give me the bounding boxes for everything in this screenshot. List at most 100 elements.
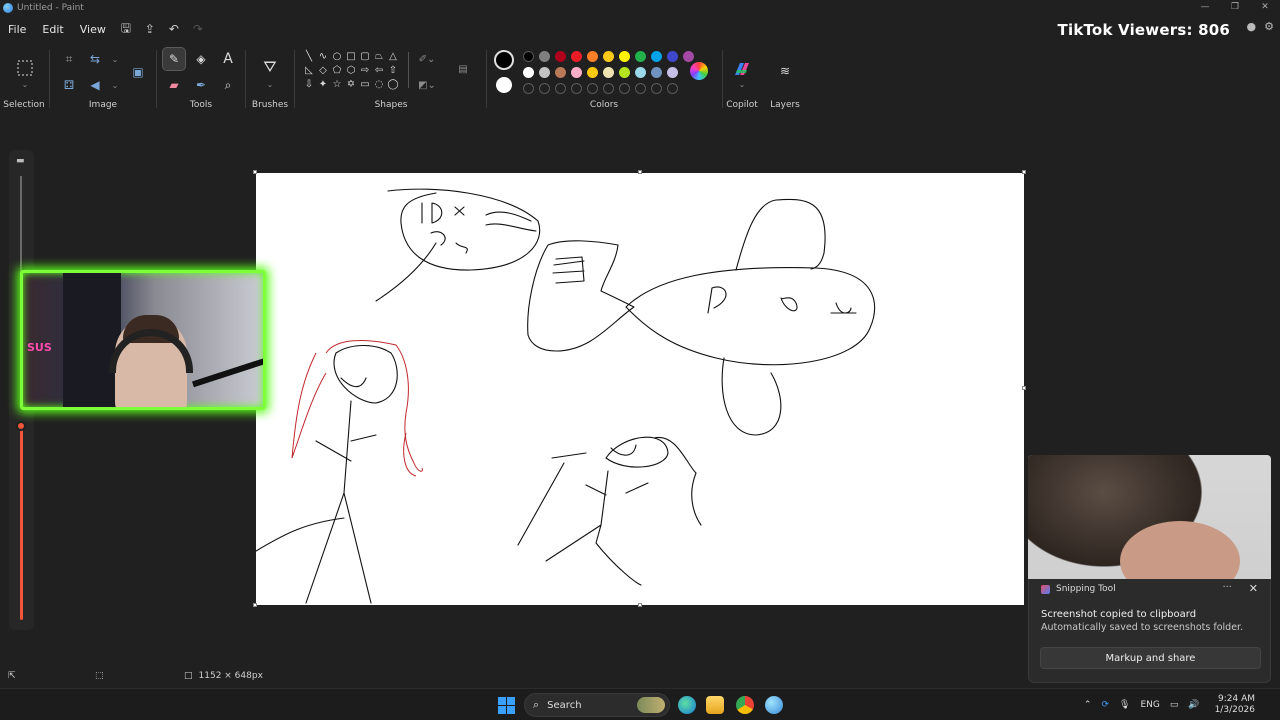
canvas-handle-tr[interactable]	[1022, 170, 1026, 174]
minimize-button[interactable]: —	[1190, 0, 1220, 14]
arrow-up-shape-icon[interactable]: ⇧	[386, 64, 400, 77]
color-swatch-row1-3[interactable]	[571, 51, 582, 62]
right-triangle-shape-icon[interactable]: ◺	[302, 64, 316, 77]
color-swatch-row1-2[interactable]	[555, 51, 566, 62]
menu-file[interactable]: File	[0, 23, 34, 36]
arrow-down-shape-icon[interactable]: ⇩	[302, 78, 316, 91]
arrow-left-shape-icon[interactable]: ⇦	[372, 64, 386, 77]
file-explorer-icon[interactable]	[706, 696, 724, 714]
selection-rectangle-icon[interactable]	[13, 56, 37, 80]
callout-oval-shape-icon[interactable]: ◌	[372, 78, 386, 91]
shape-size-icon[interactable]: ▤	[452, 58, 474, 80]
diamond-shape-icon[interactable]: ◇	[316, 64, 330, 77]
color-swatch-row1-5[interactable]	[603, 51, 614, 62]
image-select-icon[interactable]: ⚃	[58, 74, 80, 96]
copilot-icon[interactable]	[731, 58, 753, 80]
curve-shape-icon[interactable]: ∿	[316, 50, 330, 63]
copilot-dropdown-icon[interactable]: ⌄	[731, 78, 753, 90]
start-windows-icon[interactable]	[498, 697, 515, 714]
menu-edit[interactable]: Edit	[34, 23, 71, 36]
tray-mic-icon[interactable]: 🎙	[1119, 700, 1130, 710]
toast-close-icon[interactable]: ✕	[1249, 582, 1258, 595]
slider-track-active[interactable]	[20, 430, 23, 620]
maximize-button[interactable]: ❐	[1220, 0, 1250, 14]
callout-rect-shape-icon[interactable]: ▭	[358, 78, 372, 91]
magnifier-icon[interactable]: ⌕	[217, 74, 239, 96]
custom-color-slot-6[interactable]	[619, 83, 630, 94]
color-swatch-row1-0[interactable]	[523, 51, 534, 62]
custom-color-slot-2[interactable]	[555, 83, 566, 94]
save-icon[interactable]: 🖫	[114, 18, 138, 40]
custom-color-slot-3[interactable]	[571, 83, 582, 94]
rotate-icon[interactable]: ◀	[84, 74, 106, 96]
color-swatch-row1-8[interactable]	[651, 51, 662, 62]
background-removal-icon[interactable]: ▣	[126, 60, 150, 84]
canvas-handle-tl[interactable]	[253, 170, 257, 174]
drawing-canvas[interactable]	[255, 173, 1024, 605]
fill-bucket-icon[interactable]: ◈	[190, 48, 212, 70]
canvas-handle-tm[interactable]	[638, 170, 642, 174]
pencil-icon[interactable]: ✎	[162, 47, 186, 71]
color-swatch-row2-2[interactable]	[555, 67, 566, 78]
taskbar-search[interactable]: ⌕ Search	[524, 693, 670, 717]
menu-view[interactable]: View	[72, 23, 114, 36]
color-swatch-row1-10[interactable]	[683, 51, 694, 62]
hexagon-shape-icon[interactable]: ⬡	[344, 64, 358, 77]
color-swatch-row2-4[interactable]	[587, 67, 598, 78]
color-swatch-row1-6[interactable]	[619, 51, 630, 62]
secondary-color-swatch[interactable]	[496, 77, 512, 93]
slider-track[interactable]	[20, 176, 22, 272]
undo-icon[interactable]: ↶	[162, 18, 186, 40]
color-swatch-row1-7[interactable]	[635, 51, 646, 62]
redo-icon[interactable]: ↷	[186, 18, 210, 40]
slider-thumb[interactable]	[16, 421, 26, 431]
rectangle-shape-icon[interactable]: □	[344, 50, 358, 63]
brush-icon[interactable]: ⛛	[259, 54, 281, 80]
selection-dropdown-icon[interactable]: ⌄	[14, 78, 36, 90]
color-swatch-row2-9[interactable]	[667, 67, 678, 78]
fill-icon[interactable]: ◩⌄	[416, 74, 438, 96]
rotate-dropdown-icon[interactable]: ⌄	[104, 74, 126, 96]
color-swatch-row2-8[interactable]	[651, 67, 662, 78]
tray-chevron-icon[interactable]: ⌃	[1084, 700, 1092, 710]
star4-shape-icon[interactable]: ✦	[316, 78, 330, 91]
layers-icon[interactable]: ≋	[774, 60, 796, 82]
custom-color-slot-7[interactable]	[635, 83, 646, 94]
paint-taskbar-icon[interactable]	[765, 696, 783, 714]
canvas-handle-bl[interactable]	[253, 603, 257, 607]
resize-icon[interactable]: ⇆	[84, 48, 106, 70]
chrome-icon[interactable]	[736, 696, 754, 714]
tray-language[interactable]: ENG	[1140, 700, 1159, 710]
close-button[interactable]: ✕	[1250, 0, 1280, 14]
color-swatch-row2-0[interactable]	[523, 67, 534, 78]
color-swatch-row1-4[interactable]	[587, 51, 598, 62]
triangle-shape-icon[interactable]: △	[386, 50, 400, 63]
settings-gear-icon[interactable]: ⚙	[1264, 20, 1274, 33]
tray-sync-icon[interactable]: ⟳	[1101, 700, 1109, 710]
resize-dropdown-icon[interactable]: ⌄	[104, 48, 126, 70]
tray-network-icon[interactable]: ▭	[1170, 700, 1179, 710]
outline-icon[interactable]: ✐⌄	[416, 48, 438, 70]
color-swatch-row2-3[interactable]	[571, 67, 582, 78]
custom-color-slot-4[interactable]	[587, 83, 598, 94]
color-swatch-row2-7[interactable]	[635, 67, 646, 78]
eraser-icon[interactable]: ▰	[163, 74, 185, 96]
rounded-rect-shape-icon[interactable]: ▢	[358, 50, 372, 63]
share-icon[interactable]: ⇪	[138, 18, 162, 40]
edge-icon[interactable]	[678, 696, 696, 714]
color-swatch-row1-1[interactable]	[539, 51, 550, 62]
star6-shape-icon[interactable]: ✡	[344, 78, 358, 91]
edit-colors-icon[interactable]	[690, 62, 708, 80]
custom-color-slot-5[interactable]	[603, 83, 614, 94]
custom-color-slot-0[interactable]	[523, 83, 534, 94]
callout-cloud-shape-icon[interactable]: ◯	[386, 78, 400, 91]
markup-and-share-button[interactable]: Markup and share	[1040, 647, 1261, 669]
color-swatch-row2-5[interactable]	[603, 67, 614, 78]
custom-color-slot-9[interactable]	[667, 83, 678, 94]
toast-more-icon[interactable]: ···	[1222, 582, 1232, 593]
brush-dropdown-icon[interactable]: ⌄	[259, 78, 281, 90]
crop-icon[interactable]: ⌗	[58, 48, 80, 70]
arrow-right-shape-icon[interactable]: ⇨	[358, 64, 372, 77]
color-picker-icon[interactable]: ✒	[190, 74, 212, 96]
color-swatch-row2-1[interactable]	[539, 67, 550, 78]
